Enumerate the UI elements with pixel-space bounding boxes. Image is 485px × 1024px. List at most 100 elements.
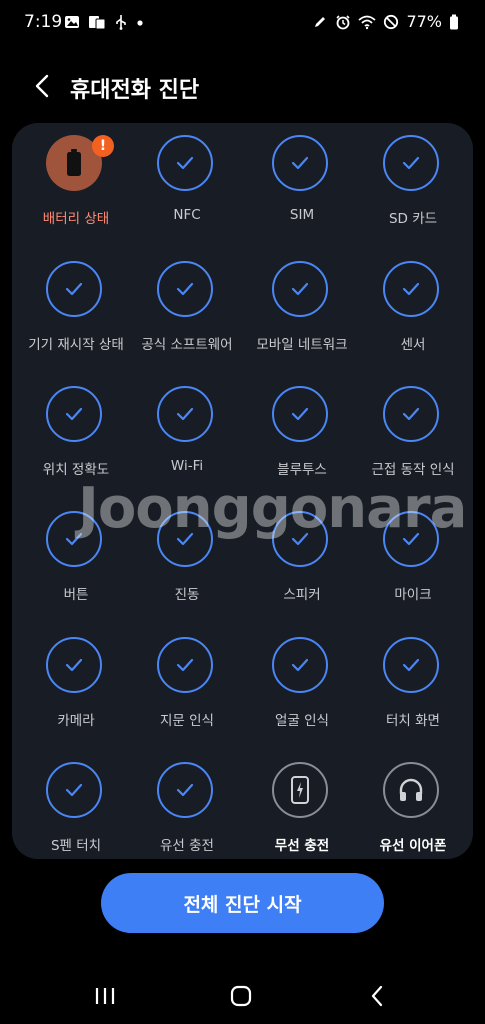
back-button[interactable]: [26, 70, 58, 102]
chevron-left-icon: [35, 74, 49, 98]
navigation-bar: [0, 960, 485, 1024]
home-icon: [230, 985, 252, 1007]
system-status-icons: 77%: [312, 12, 459, 31]
check-icon: [402, 282, 420, 296]
test-label: SD 카드: [388, 211, 438, 227]
recent-apps-button[interactable]: [85, 978, 125, 1014]
passed-status-circle: [272, 386, 328, 442]
test-item[interactable]: 모바일 네트워크: [246, 249, 358, 359]
passed-status-circle: [272, 261, 328, 317]
test-item[interactable]: 공식 소프트웨어: [131, 249, 243, 359]
check-icon: [291, 532, 309, 546]
test-item[interactable]: 기기 재시작 상태: [20, 249, 132, 359]
notification-icons: [64, 14, 144, 30]
do-not-disturb-icon: [384, 14, 399, 29]
test-item[interactable]: ! 배터리 상태: [20, 123, 132, 233]
headphones-icon: [399, 778, 423, 801]
test-label: 유선 충전: [160, 838, 214, 854]
wifi-icon: [358, 15, 377, 29]
passed-status-circle: [46, 637, 102, 693]
test-item[interactable]: S펜 터치: [20, 750, 132, 860]
check-icon: [176, 282, 194, 296]
check-icon: [176, 156, 194, 170]
pending-status-circle: [272, 762, 328, 818]
test-item[interactable]: 근접 동작 인식: [357, 374, 469, 484]
check-icon: [176, 407, 194, 421]
back-arrow-icon: [371, 985, 383, 1007]
test-item[interactable]: 유선 충전: [131, 750, 243, 860]
recent-apps-icon: [95, 988, 115, 1004]
test-item[interactable]: NFC: [131, 123, 243, 233]
gallery-icon: [65, 16, 79, 28]
test-label: NFC: [173, 207, 201, 223]
test-label: 유선 이어폰: [379, 838, 447, 854]
check-icon: [402, 156, 420, 170]
home-button[interactable]: [221, 978, 261, 1014]
passed-status-circle: [157, 762, 213, 818]
alarm-icon: [336, 14, 351, 29]
check-icon: [176, 532, 194, 546]
battery-percent: 77%: [406, 12, 442, 31]
test-label: Wi-Fi: [170, 458, 204, 474]
check-icon: [176, 783, 194, 797]
test-item[interactable]: Wi-Fi: [131, 374, 243, 484]
app-header: 휴대전화 진단: [0, 60, 485, 112]
test-item[interactable]: 얼굴 인식: [246, 625, 358, 735]
test-item[interactable]: 마이크: [357, 499, 469, 609]
check-icon: [65, 282, 83, 296]
test-item[interactable]: 진동: [131, 499, 243, 609]
pending-status-circle: [383, 762, 439, 818]
test-label: 센서: [400, 337, 426, 353]
passed-status-circle: [383, 511, 439, 567]
passed-status-circle: [383, 261, 439, 317]
passed-status-circle: [383, 637, 439, 693]
passed-status-circle: [157, 386, 213, 442]
check-icon: [176, 658, 194, 672]
test-item[interactable]: 위치 정확도: [20, 374, 132, 484]
check-icon: [291, 658, 309, 672]
test-item[interactable]: 유선 이어폰: [357, 750, 469, 860]
passed-status-circle: [46, 386, 102, 442]
check-icon: [65, 407, 83, 421]
passed-status-circle: [272, 637, 328, 693]
alert-badge: !: [92, 135, 114, 157]
test-item[interactable]: SIM: [246, 123, 358, 233]
test-label: 진동: [174, 587, 200, 603]
test-item[interactable]: 버튼: [20, 499, 132, 609]
status-bar: 7:19 77%: [0, 0, 485, 46]
test-item[interactable]: SD 카드: [357, 123, 469, 233]
test-item[interactable]: 센서: [357, 249, 469, 359]
battery-icon: [450, 14, 458, 29]
pen-icon: [315, 16, 326, 27]
diagnostics-grid: ! 배터리 상태 NFC SIM SD 카드기기 재시작 상태공식 소프트웨어 모바일 네…: [12, 123, 473, 859]
passed-status-circle: [157, 135, 213, 191]
test-label: 공식 소프트웨어: [141, 337, 233, 353]
passed-status-circle: [46, 261, 102, 317]
test-label: 지문 인식: [160, 713, 214, 729]
test-item[interactable]: 스피커: [246, 499, 358, 609]
back-nav-button[interactable]: [357, 978, 397, 1014]
usb-icon: [116, 15, 126, 30]
passed-status-circle: [157, 261, 213, 317]
test-item[interactable]: 블루투스: [246, 374, 358, 484]
battery-icon: [67, 149, 81, 176]
passed-status-circle: [46, 762, 102, 818]
start-full-diagnosis-button[interactable]: 전체 진단 시작: [101, 873, 384, 933]
test-label: 근접 동작 인식: [371, 462, 455, 478]
page-title: 휴대전화 진단: [70, 78, 200, 103]
test-label: 마이크: [394, 587, 432, 603]
test-label: 터치 화면: [386, 713, 440, 729]
passed-status-circle: [383, 386, 439, 442]
test-item[interactable]: 지문 인식: [131, 625, 243, 735]
test-item[interactable]: 카메라: [20, 625, 132, 735]
check-icon: [65, 783, 83, 797]
passed-status-circle: [46, 511, 102, 567]
check-icon: [402, 532, 420, 546]
passed-status-circle: [157, 637, 213, 693]
passed-status-circle: [272, 511, 328, 567]
test-item[interactable]: 무선 충전: [246, 750, 358, 860]
test-item[interactable]: 터치 화면: [357, 625, 469, 735]
check-icon: [291, 282, 309, 296]
check-icon: [291, 407, 309, 421]
passed-status-circle: [272, 135, 328, 191]
